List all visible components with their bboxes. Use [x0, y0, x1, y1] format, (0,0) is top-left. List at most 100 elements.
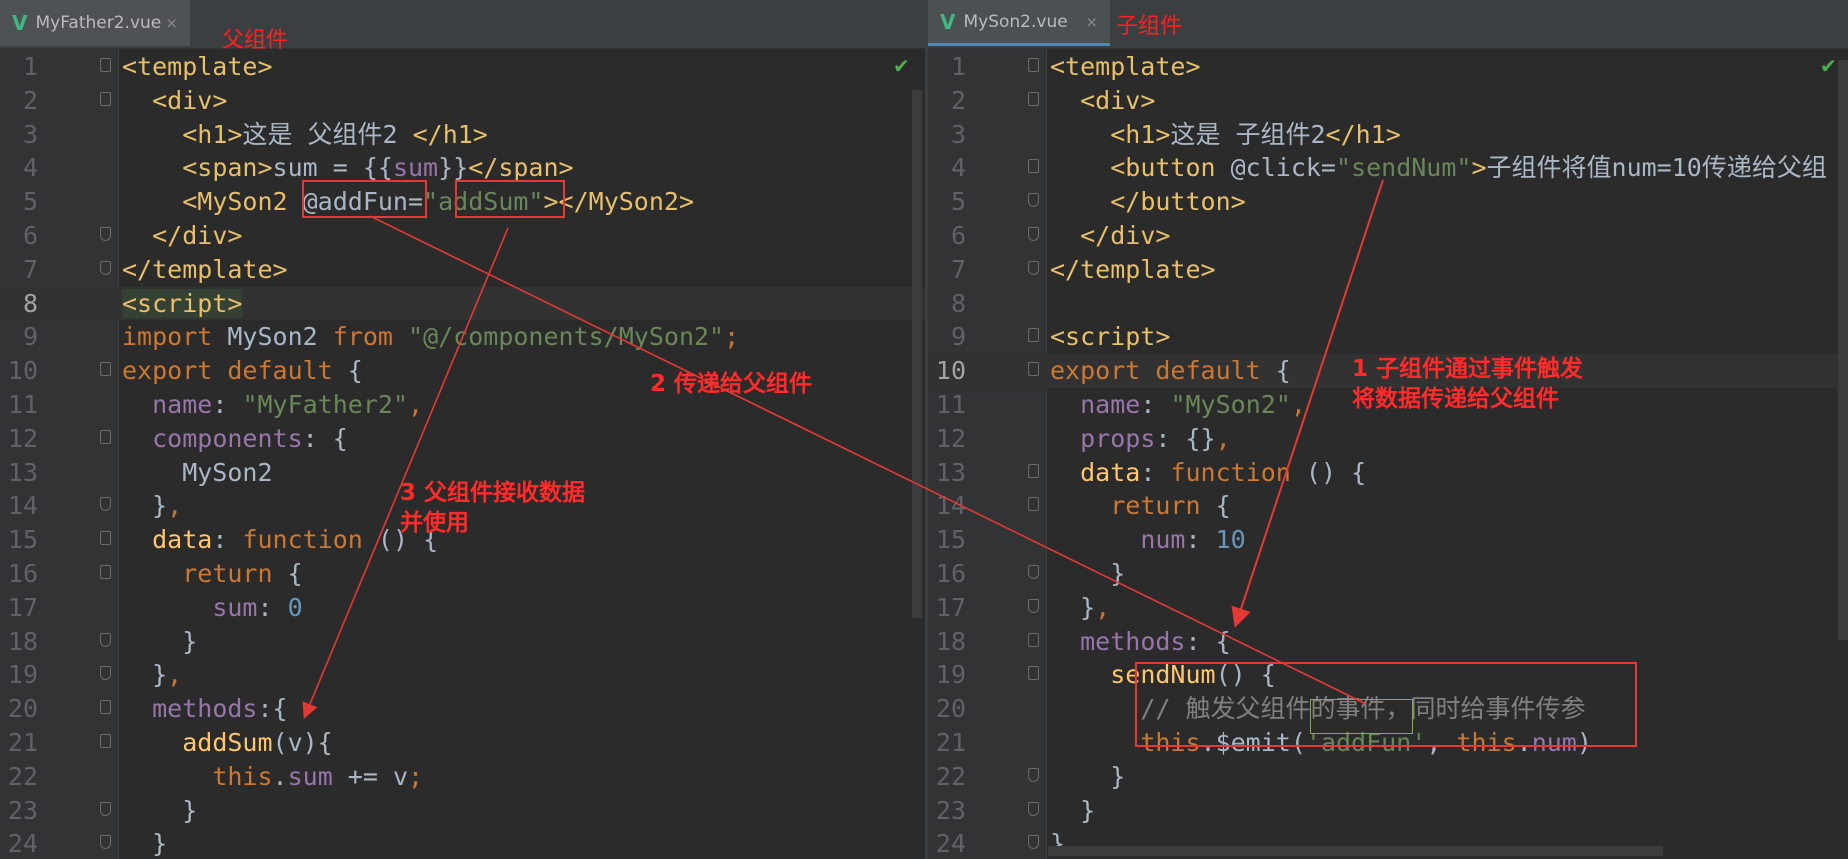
code-line[interactable]: 1 <template> [0, 50, 925, 84]
highlight-box-addsum [455, 180, 565, 218]
code-line[interactable]: 17 }, [928, 591, 1848, 625]
code-text: data: function () { [152, 525, 439, 555]
line-number: 14 [935, 491, 966, 521]
tab-myfather2[interactable]: V MyFather2.vue × [0, 0, 190, 46]
fold-icon[interactable] [100, 226, 111, 241]
fold-icon[interactable] [1028, 159, 1039, 174]
code-line[interactable]: 12 props: {}, [928, 422, 1848, 456]
fold-icon[interactable] [100, 531, 111, 546]
code-text: name: "MyFather2", [152, 389, 424, 419]
fold-icon[interactable] [100, 632, 111, 647]
fold-icon[interactable] [1028, 226, 1039, 241]
tab-label: MyFather2.vue [35, 13, 162, 33]
annotation-step1: 1 子组件通过事件触发 将数据传递给父组件 [1352, 356, 1584, 412]
line-number: 23 [7, 795, 38, 825]
code-text: </div> [1080, 220, 1171, 250]
fold-icon[interactable] [1028, 463, 1039, 478]
code-text: } [122, 829, 168, 859]
code-line[interactable]: 24 } [0, 827, 925, 859]
fold-icon[interactable] [1028, 362, 1039, 377]
fold-icon[interactable] [1028, 767, 1039, 782]
code-text: }, [1050, 592, 1111, 622]
code-line[interactable]: 6 </div> [0, 219, 925, 253]
code-line[interactable]: 4 <button @click="sendNum">子组件将值num=10传递… [928, 151, 1848, 185]
code-line[interactable]: 17 sum: 0 [0, 591, 925, 625]
tab-myson2[interactable]: V MySon2.vue × [928, 0, 1110, 46]
fold-icon[interactable] [1028, 497, 1039, 512]
fold-icon[interactable] [1028, 835, 1039, 850]
code-text: }, [122, 660, 183, 690]
code-line[interactable]: 7 </template> [0, 253, 925, 287]
code-line[interactable]: 23 } [928, 794, 1848, 828]
fold-icon[interactable] [100, 835, 111, 850]
code-line[interactable]: 8 <script> [0, 286, 925, 321]
code-area[interactable]: 1 <template> 2 <div> 3 <h1>这是 父组件2 </h1> 4 <… [0, 50, 925, 859]
code-line[interactable]: 1 <template> [928, 50, 1848, 84]
code-line[interactable]: 8 [928, 287, 1848, 321]
code-text: <h1>这是 子组件2</h1> [1110, 119, 1401, 149]
code-text: import MySon2 from "@/components/MySon2"… [122, 322, 740, 352]
fold-icon[interactable] [100, 700, 111, 715]
editor-pane-father[interactable]: V MyFather2.vue × 父组件 ✔ 1 <template> 2 <di… [0, 0, 925, 859]
code-line[interactable]: 22 } [928, 760, 1848, 794]
code-line[interactable]: 18 methods: { [928, 625, 1848, 659]
code-line[interactable]: 12 components: { [0, 422, 925, 456]
fold-icon[interactable] [1028, 58, 1039, 72]
code-line[interactable]: 15 num: 10 [928, 523, 1848, 557]
fold-icon[interactable] [100, 497, 111, 512]
line-number: 13 [935, 457, 966, 487]
line-number: 2 [22, 85, 38, 115]
code-line[interactable]: 13 data: function () { [928, 456, 1848, 490]
line-number: 12 [7, 423, 38, 453]
line-number: 3 [950, 119, 966, 149]
code-line[interactable]: 20 methods:{ [0, 692, 925, 726]
fold-icon[interactable] [100, 666, 111, 681]
scrollbar[interactable] [912, 90, 922, 618]
code-line[interactable]: 16 return { [0, 557, 925, 591]
code-line[interactable]: 3 <h1>这是 子组件2</h1> [928, 118, 1848, 152]
code-text: MySon2 [122, 457, 273, 487]
code-line[interactable]: 16 } [928, 557, 1848, 591]
code-line[interactable]: 21 addSum(v){ [0, 726, 925, 760]
code-line[interactable]: 5 </button> [928, 185, 1848, 219]
close-icon[interactable]: × [1085, 13, 1098, 31]
code-line[interactable]: 23 } [0, 794, 925, 828]
code-line[interactable]: 7 </template> [928, 253, 1848, 287]
line-number: 8 [950, 288, 966, 318]
code-line[interactable]: 2 <div> [0, 84, 925, 118]
fold-icon[interactable] [1028, 193, 1039, 208]
code-line[interactable]: 3 <h1>这是 父组件2 </h1> [0, 118, 925, 152]
code-line[interactable]: 14 return { [928, 489, 1848, 523]
fold-icon[interactable] [100, 564, 111, 579]
scrollbar[interactable] [1838, 60, 1848, 640]
fold-icon[interactable] [1028, 632, 1039, 647]
code-line[interactable]: 2 <div> [928, 84, 1848, 118]
fold-icon[interactable] [100, 260, 111, 275]
annotation-step3: 3 父组件接收数据 并使用 [400, 480, 586, 536]
code-line[interactable]: 9 import MySon2 from "@/components/MySon2… [0, 320, 925, 354]
fold-icon[interactable] [100, 801, 111, 816]
fold-icon[interactable] [100, 58, 111, 72]
fold-icon[interactable] [1028, 598, 1039, 613]
code-line[interactable]: 19 }, [0, 658, 925, 692]
code-text: export default { [122, 356, 363, 386]
horizontal-scrollbar[interactable] [1048, 846, 1663, 856]
close-icon[interactable]: × [165, 14, 178, 32]
fold-icon[interactable] [1028, 260, 1039, 275]
fold-icon[interactable] [100, 429, 111, 444]
fold-icon[interactable] [1028, 666, 1039, 681]
fold-icon[interactable] [100, 733, 111, 748]
code-line[interactable]: 9 <script> [928, 320, 1848, 354]
code-text: <template> [1050, 52, 1201, 81]
code-text: return { [182, 558, 303, 588]
fold-icon[interactable] [100, 91, 111, 106]
fold-icon[interactable] [1028, 801, 1039, 816]
fold-icon[interactable] [1028, 564, 1039, 579]
fold-icon[interactable] [100, 362, 111, 377]
code-line[interactable]: 22 this.sum += v; [0, 760, 925, 794]
code-line[interactable]: 18 } [0, 625, 925, 659]
code-line[interactable]: 6 </div> [928, 219, 1848, 253]
fold-icon[interactable] [1028, 328, 1039, 343]
fold-icon[interactable] [1028, 91, 1039, 106]
code-text: components: { [152, 423, 348, 453]
